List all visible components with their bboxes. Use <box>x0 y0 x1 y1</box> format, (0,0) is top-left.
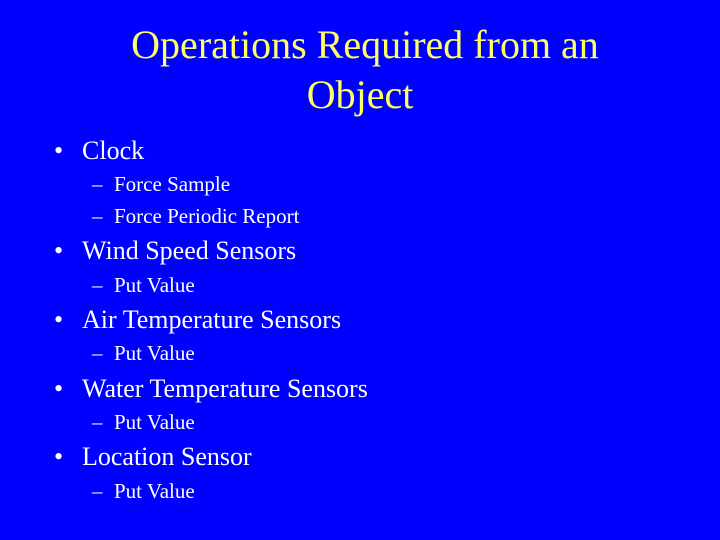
sub-bullet-item: – Put Value <box>92 479 195 503</box>
sub-bullet-item: – Put Value <box>92 341 195 365</box>
bullet-label: Water Temperature Sensors <box>82 374 368 403</box>
bullet-item: • Wind Speed Sensors <box>54 236 296 266</box>
dash-icon: – <box>92 273 103 297</box>
dash-icon: – <box>92 172 103 196</box>
sub-bullet-label: Put Value <box>114 341 195 365</box>
dash-icon: – <box>92 341 103 365</box>
bullet-item: • Location Sensor <box>54 442 252 472</box>
sub-bullet-label: Put Value <box>114 273 195 297</box>
bullet-item: • Water Temperature Sensors <box>54 374 368 404</box>
bullet-icon: • <box>54 136 64 165</box>
sub-bullet-label: Force Sample <box>114 172 231 196</box>
bullet-label: Clock <box>82 136 145 165</box>
bullet-label: Air Temperature Sensors <box>82 305 342 334</box>
bullet-icon: • <box>54 442 64 471</box>
sub-bullet-item: – Put Value <box>92 273 195 297</box>
dash-icon: – <box>92 204 103 228</box>
sub-bullet-item: – Put Value <box>92 410 195 434</box>
bullet-item: • Clock <box>54 136 144 166</box>
sub-bullet-item: – Force Sample <box>92 172 230 196</box>
bullet-label: Wind Speed Sensors <box>82 236 297 265</box>
sub-bullet-label: Put Value <box>114 410 195 434</box>
dash-icon: – <box>92 410 103 434</box>
dash-icon: – <box>92 479 103 503</box>
sub-bullet-label: Put Value <box>114 479 195 503</box>
bullet-icon: • <box>54 236 64 265</box>
bullet-icon: • <box>54 374 64 403</box>
sub-bullet-label: Force Periodic Report <box>114 204 300 228</box>
bullet-list: • Clock – Force Sample – Force Periodic Rep… <box>0 0 720 540</box>
bullet-item: • Air Temperature Sensors <box>54 305 341 335</box>
sub-bullet-item: – Force Periodic Report <box>92 204 299 228</box>
bullet-icon: • <box>54 305 64 334</box>
bullet-label: Location Sensor <box>82 442 252 471</box>
